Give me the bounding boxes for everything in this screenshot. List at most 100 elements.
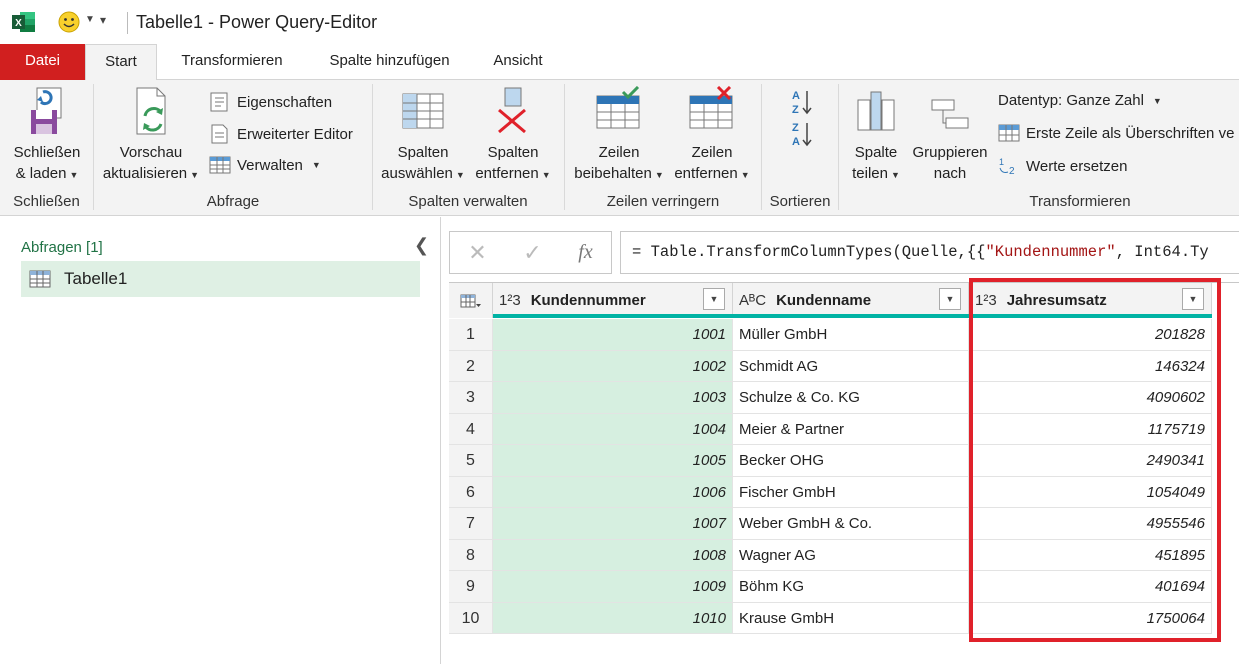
row-index-cell[interactable]: 5	[449, 445, 493, 477]
jahresumsatz-cell[interactable]: 201828	[969, 319, 1212, 351]
choose-columns-button[interactable]: Spalten auswählen ▼	[378, 86, 468, 186]
split-column-button[interactable]: Spalte teilen ▼	[846, 86, 906, 186]
kundennummer-cell[interactable]: 1006	[493, 476, 733, 508]
queries-pane: Abfragen [1] ❮ Tabelle1	[0, 217, 441, 664]
tab-ansicht[interactable]: Ansicht	[478, 44, 558, 80]
svg-text:2: 2	[1009, 166, 1015, 176]
svg-text:A: A	[792, 136, 800, 148]
jahresumsatz-cell[interactable]: 1054049	[969, 476, 1212, 508]
quick-access-customize-icon[interactable]: ▾	[100, 13, 106, 27]
kundenname-cell[interactable]: Krause GmbH	[733, 602, 969, 634]
table-row: 4 1004 Meier & Partner 1175719	[449, 413, 1239, 445]
kundennummer-cell[interactable]: 1004	[493, 413, 733, 445]
kundennummer-cell[interactable]: 1003	[493, 382, 733, 414]
group-by-button[interactable]: Gruppieren nach	[908, 86, 992, 184]
kundennummer-cell[interactable]: 1001	[493, 319, 733, 351]
jahresumsatz-cell[interactable]: 451895	[969, 539, 1212, 571]
cancel-formula-icon[interactable]: ✕	[468, 240, 486, 266]
kundenname-cell[interactable]: Meier & Partner	[733, 413, 969, 445]
column-quality-bar	[969, 314, 1212, 318]
tab-datei[interactable]: Datei	[0, 44, 85, 80]
table-row: 6 1006 Fischer GmbH 1054049	[449, 476, 1239, 508]
group-label-abfrage: Abfrage	[206, 193, 260, 210]
jahresumsatz-cell[interactable]: 401694	[969, 571, 1212, 603]
kundennummer-cell[interactable]: 1007	[493, 508, 733, 540]
whole-number-type-icon[interactable]: 1²3	[499, 292, 521, 309]
close-load-label-1: Schließen	[13, 144, 81, 161]
table-row: 10 1010 Krause GmbH 1750064	[449, 602, 1239, 634]
keep-rows-label-1: Zeilen	[598, 144, 640, 161]
column-quality-bar	[493, 314, 733, 318]
jahresumsatz-cell[interactable]: 1175719	[969, 413, 1212, 445]
jahresumsatz-cell[interactable]: 146324	[969, 350, 1212, 382]
row-index-cell[interactable]: 10	[449, 602, 493, 634]
close-and-load-button[interactable]: Schließen & laden ▼	[8, 86, 86, 186]
kundenname-cell[interactable]: Becker OHG	[733, 445, 969, 477]
window-title: Tabelle1 - Power Query-Editor	[136, 12, 378, 32]
kundenname-cell[interactable]: Weber GmbH & Co.	[733, 508, 969, 540]
use-first-row-as-headers-button[interactable]: Erste Zeile als Überschriften ve	[998, 123, 1234, 143]
filter-dropdown-icon[interactable]: ▼	[1182, 288, 1204, 310]
chevron-down-icon: ▼	[541, 170, 551, 180]
whole-number-type-icon[interactable]: 1²3	[975, 292, 997, 309]
row-index-cell[interactable]: 3	[449, 382, 493, 414]
column-header-kundennummer[interactable]: 1²3 Kundennummer ▼	[493, 283, 733, 318]
keep-rows-button[interactable]: Zeilen beibehalten ▼	[570, 86, 668, 186]
row-index-cell[interactable]: 8	[449, 539, 493, 571]
row-index-cell[interactable]: 2	[449, 350, 493, 382]
query-item-tabelle1[interactable]: Tabelle1	[21, 261, 420, 297]
kundennummer-cell[interactable]: 1010	[493, 602, 733, 634]
manage-button[interactable]: Verwalten ▼	[209, 155, 321, 175]
remove-columns-button[interactable]: Spalten entfernen ▼	[470, 86, 556, 186]
queries-title: Abfragen [1]	[21, 239, 103, 256]
table-menu-button[interactable]	[449, 283, 493, 318]
excel-icon[interactable]: X	[12, 11, 36, 33]
sort-ascending-icon[interactable]: A Z	[790, 88, 814, 116]
filter-dropdown-icon[interactable]: ▼	[939, 288, 961, 310]
row-index-cell[interactable]: 6	[449, 476, 493, 508]
replace-values-button[interactable]: 12 Werte ersetzen	[998, 156, 1127, 176]
formula-bar[interactable]: = Table.TransformColumnTypes(Quelle,{{"K…	[620, 231, 1239, 274]
data-type-dropdown[interactable]: Datentyp: Ganze Zahl ▼	[998, 92, 1162, 109]
row-index-cell[interactable]: 1	[449, 319, 493, 351]
kundenname-cell[interactable]: Schmidt AG	[733, 350, 969, 382]
text-type-icon[interactable]: AᴮC	[739, 292, 766, 309]
column-header-jahresumsatz[interactable]: 1²3 Jahresumsatz ▼	[969, 283, 1212, 318]
feedback-dropdown-icon[interactable]: ▼	[85, 14, 95, 25]
kundenname-cell[interactable]: Müller GmbH	[733, 319, 969, 351]
row-index-cell[interactable]: 9	[449, 571, 493, 603]
refresh-preview-button[interactable]: Vorschau aktualisieren ▼	[100, 86, 202, 186]
sort-descending-icon[interactable]: Z A	[790, 120, 814, 148]
jahresumsatz-cell[interactable]: 2490341	[969, 445, 1212, 477]
kundennummer-cell[interactable]: 1008	[493, 539, 733, 571]
smiley-feedback-icon[interactable]	[58, 11, 80, 33]
confirm-formula-icon[interactable]: ✓	[523, 240, 541, 266]
advanced-editor-button[interactable]: Erweiterter Editor	[209, 124, 353, 144]
kundenname-cell[interactable]: Schulze & Co. KG	[733, 382, 969, 414]
remove-columns-label-1: Spalten	[487, 144, 539, 161]
jahresumsatz-cell[interactable]: 4090602	[969, 382, 1212, 414]
kundennummer-cell[interactable]: 1005	[493, 445, 733, 477]
properties-button[interactable]: Eigenschaften	[209, 92, 332, 112]
kundenname-cell[interactable]: Böhm KG	[733, 571, 969, 603]
fx-icon[interactable]: fx	[578, 241, 592, 264]
tab-transformieren[interactable]: Transformieren	[162, 44, 302, 80]
kundennummer-cell[interactable]: 1002	[493, 350, 733, 382]
kundennummer-cell[interactable]: 1009	[493, 571, 733, 603]
tab-start[interactable]: Start	[85, 44, 157, 81]
row-index-cell[interactable]: 7	[449, 508, 493, 540]
tab-spalte-hinzufuegen[interactable]: Spalte hinzufügen	[312, 44, 467, 80]
formula-text-string: "Kundennummer"	[985, 243, 1116, 261]
chevron-left-icon[interactable]: ❮	[414, 235, 429, 256]
row-index-cell[interactable]: 4	[449, 413, 493, 445]
jahresumsatz-cell[interactable]: 1750064	[969, 602, 1212, 634]
kundenname-cell[interactable]: Wagner AG	[733, 539, 969, 571]
remove-rows-label-1: Zeilen	[691, 144, 733, 161]
kundenname-cell[interactable]: Fischer GmbH	[733, 476, 969, 508]
jahresumsatz-cell[interactable]: 4955546	[969, 508, 1212, 540]
column-header-kundenname[interactable]: AᴮC Kundenname ▼	[733, 283, 969, 318]
filter-dropdown-icon[interactable]: ▼	[703, 288, 725, 310]
choose-columns-label-2: auswählen	[381, 165, 453, 182]
table-row: 2 1002 Schmidt AG 146324	[449, 350, 1239, 382]
remove-rows-button[interactable]: Zeilen entfernen ▼	[668, 86, 756, 186]
